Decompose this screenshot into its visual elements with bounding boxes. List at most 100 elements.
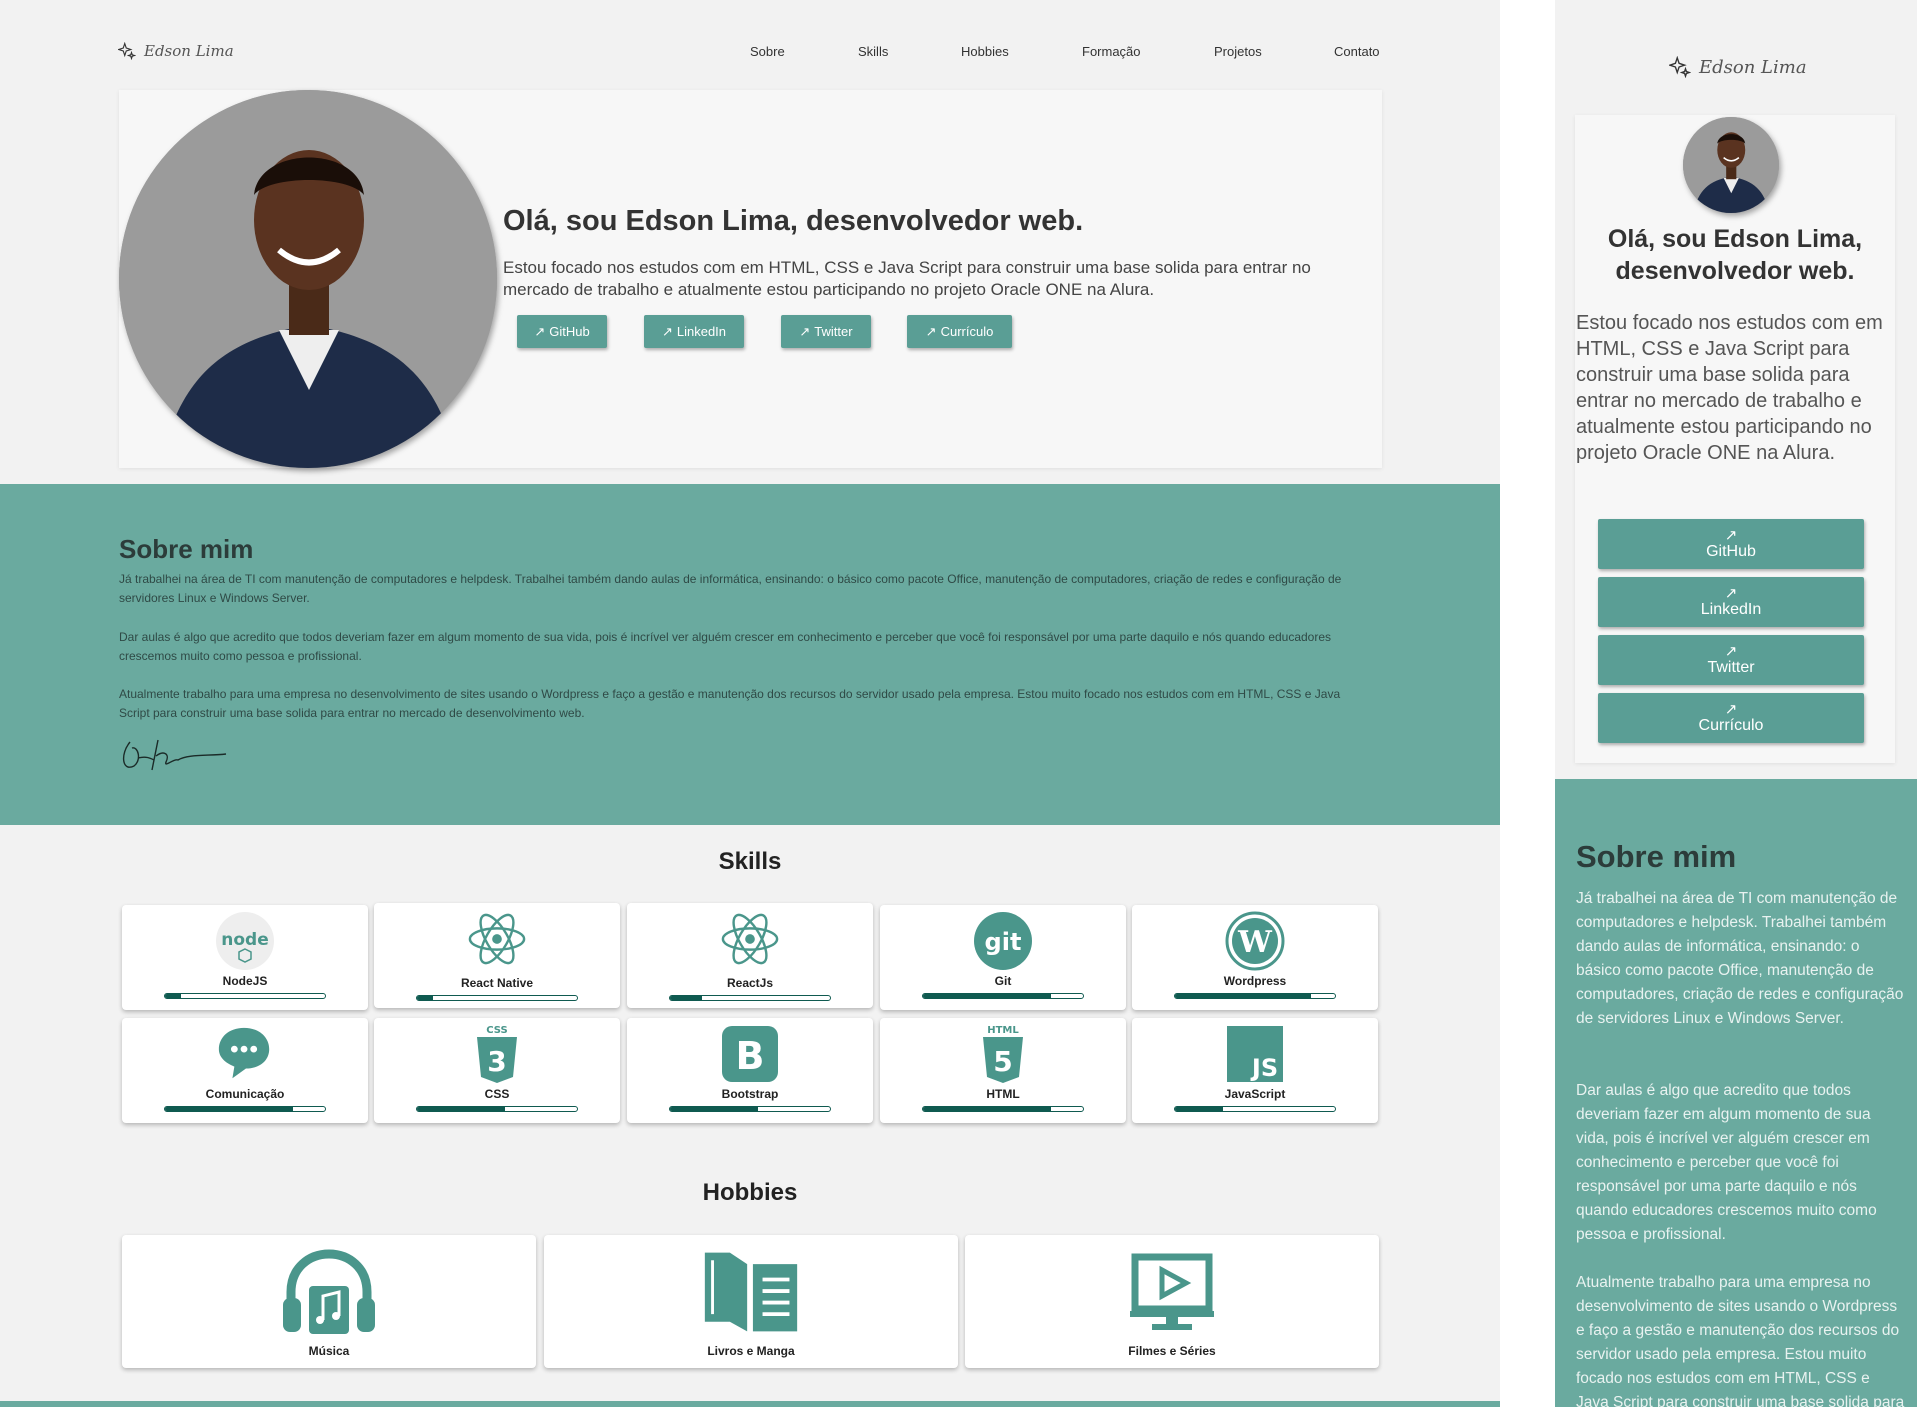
skill-progress-fill xyxy=(417,1107,505,1111)
external-link-icon: ↗ xyxy=(661,323,673,339)
curriculo-button[interactable]: ↗ Currículo xyxy=(1598,693,1864,743)
skill-card-javascript[interactable]: JS JavaScript xyxy=(1132,1018,1378,1123)
react-icon xyxy=(467,909,527,969)
nav-hobbies[interactable]: Hobbies xyxy=(961,44,1009,59)
git-icon: git xyxy=(973,911,1033,971)
skill-progress-bar xyxy=(669,1106,831,1112)
skill-label: Bootstrap xyxy=(721,1087,779,1101)
hobby-label: Filmes e Séries xyxy=(1128,1344,1216,1358)
about-title: Sobre mim xyxy=(1576,839,1737,874)
wordpress-icon: W xyxy=(1225,911,1285,971)
skill-label: JavaScript xyxy=(1224,1087,1286,1101)
about-section: Sobre mim Já trabalhei na área de TI com… xyxy=(1555,779,1917,1407)
about-paragraph: Já trabalhei na área de TI com manutençã… xyxy=(119,572,1342,605)
hobby-card-filmes[interactable]: Filmes e Séries xyxy=(965,1235,1379,1368)
skill-label: HTML xyxy=(986,1087,1020,1101)
bootstrap-icon: B xyxy=(720,1024,780,1084)
svg-text:git: git xyxy=(985,928,1022,956)
external-link-icon: ↗ xyxy=(925,323,937,339)
skill-card-wordpress[interactable]: W Wordpress xyxy=(1132,905,1378,1010)
nodejs-icon: node xyxy=(215,911,275,971)
mobile-view: Edson Lima Olá, sou Edson Lima, desenvol… xyxy=(1555,0,1917,1407)
brand-name: Edson Lima xyxy=(1699,56,1807,78)
profile-photo xyxy=(1683,117,1779,213)
about-section: Sobre mim Já trabalhei na área de TI com… xyxy=(0,484,1500,825)
about-title: Sobre mim xyxy=(119,534,254,564)
skill-label: Git xyxy=(994,974,1012,988)
about-paragraph: Atualmente trabalho para uma empresa no … xyxy=(1576,1274,1905,1407)
skill-progress-bar xyxy=(416,995,578,1001)
hobbies-title: Hobbies xyxy=(702,1179,798,1206)
skill-card-git[interactable]: git Git xyxy=(880,905,1126,1010)
svg-text:CSS: CSS xyxy=(486,1025,507,1036)
brand-logo[interactable]: Edson Lima xyxy=(118,42,234,60)
skill-progress-bar xyxy=(164,993,326,999)
javascript-icon: JS xyxy=(1225,1024,1285,1084)
profile-photo xyxy=(119,90,497,468)
skill-card-comunicacao[interactable]: Comunicação xyxy=(122,1018,368,1123)
skill-progress-fill xyxy=(670,996,702,1000)
linkedin-button[interactable]: ↗ LinkedIn xyxy=(644,315,744,348)
twitter-button[interactable]: ↗ Twitter xyxy=(1598,635,1864,685)
curriculo-button[interactable]: ↗ Currículo xyxy=(907,315,1012,348)
skill-card-css[interactable]: CSS 3 CSS xyxy=(374,1018,620,1123)
headphones-music-icon xyxy=(279,1247,379,1337)
skill-progress-fill xyxy=(417,996,433,1000)
hobby-card-livros[interactable]: Livros e Manga xyxy=(544,1235,958,1368)
signature-image xyxy=(123,739,227,771)
desktop-view: Edson Lima Sobre Skills Hobbies Formação… xyxy=(0,0,1500,1407)
external-link-icon: ↗ xyxy=(1724,526,1738,544)
skill-label: ReactJs xyxy=(726,976,774,990)
hero-title: Olá, sou Edson Lima, desenvolvedor web. xyxy=(503,205,1084,237)
footer-strip xyxy=(0,1401,1500,1407)
twitter-button[interactable]: ↗ Twitter xyxy=(781,315,871,348)
skill-progress-fill xyxy=(670,1107,758,1111)
brand-name: Edson Lima xyxy=(144,42,234,60)
svg-text:JS: JS xyxy=(1250,1054,1278,1082)
skill-label: Wordpress xyxy=(1223,974,1287,988)
nav-contato[interactable]: Contato xyxy=(1334,44,1380,59)
skill-card-html[interactable]: HTML 5 HTML xyxy=(880,1018,1126,1123)
sparkle-icon xyxy=(118,42,136,60)
skill-progress-bar xyxy=(416,1106,578,1112)
svg-text:node: node xyxy=(221,930,268,950)
book-icon xyxy=(701,1247,801,1337)
github-button[interactable]: ↗ GitHub xyxy=(1598,519,1864,569)
svg-text:W: W xyxy=(1237,925,1273,960)
svg-text:HTML: HTML xyxy=(987,1025,1019,1036)
hero-buttons: ↗ GitHub ↗ LinkedIn ↗ Twitter ↗ Currículo xyxy=(517,315,1037,348)
svg-text:5: 5 xyxy=(993,1045,1012,1078)
brand-logo[interactable]: Edson Lima xyxy=(1669,56,1807,78)
skill-progress-bar xyxy=(1174,1106,1336,1112)
nav-formacao[interactable]: Formação xyxy=(1082,44,1141,59)
skill-progress-bar xyxy=(1174,993,1336,999)
skill-card-react-native[interactable]: React Native xyxy=(374,903,620,1008)
hero-title: Olá, sou Edson Lima, desenvolvedor web. xyxy=(1607,225,1863,285)
hobby-label: Música xyxy=(308,1344,350,1358)
nav-skills[interactable]: Skills xyxy=(858,44,888,59)
external-link-icon: ↗ xyxy=(1724,642,1738,660)
skill-progress-fill xyxy=(165,1107,293,1111)
about-paragraph: Dar aulas é algo que acredito que todos … xyxy=(119,630,1332,663)
skill-progress-bar xyxy=(922,993,1084,999)
skill-progress-fill xyxy=(1175,1107,1223,1111)
external-link-icon: ↗ xyxy=(1724,700,1738,718)
hero-text: Estou focado nos estudos com em HTML, CS… xyxy=(503,258,1311,299)
skill-card-reactjs[interactable]: ReactJs xyxy=(627,903,873,1008)
github-button[interactable]: ↗ GitHub xyxy=(517,315,607,348)
linkedin-button[interactable]: ↗ LinkedIn xyxy=(1598,577,1864,627)
hobby-label: Livros e Manga xyxy=(707,1344,795,1358)
nav-projetos[interactable]: Projetos xyxy=(1214,44,1262,59)
skill-progress-bar xyxy=(922,1106,1084,1112)
sparkle-icon xyxy=(1669,56,1691,78)
nav-sobre[interactable]: Sobre xyxy=(750,44,785,59)
skill-card-nodejs[interactable]: node NodeJS xyxy=(122,905,368,1010)
skill-label: Comunicação xyxy=(205,1087,285,1101)
external-link-icon: ↗ xyxy=(534,323,546,339)
skill-card-bootstrap[interactable]: B Bootstrap xyxy=(627,1018,873,1123)
react-icon xyxy=(720,909,780,969)
external-link-icon: ↗ xyxy=(1724,584,1738,602)
external-link-icon: ↗ xyxy=(799,323,811,339)
hobby-card-musica[interactable]: Música xyxy=(122,1235,536,1368)
skill-progress-fill xyxy=(923,1107,1051,1111)
